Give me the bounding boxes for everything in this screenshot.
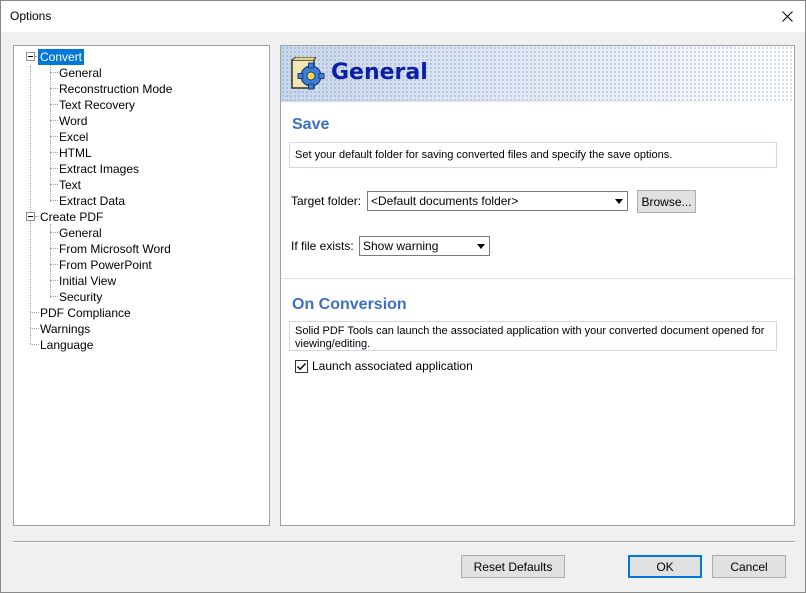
tree-item-extract-data[interactable]: Extract Data [57,193,127,209]
tree-item-text-recovery[interactable]: Text Recovery [57,97,137,113]
chevron-down-icon[interactable] [473,238,488,254]
tree-item-text[interactable]: Text [57,177,83,193]
tree-item-create-pdf[interactable]: Create PDF [38,209,105,225]
settings-gear-icon [291,57,325,90]
tree-item-excel[interactable]: Excel [57,129,90,145]
if-file-exists-dropdown[interactable]: Show warning [359,236,490,256]
tree-line [50,224,51,298]
tree-line [30,66,31,344]
target-folder-dropdown[interactable]: <Default documents folder> [367,191,628,211]
reset-defaults-button[interactable]: Reset Defaults [461,555,565,578]
tree-item-convert-general[interactable]: General [57,65,104,81]
tree-item-initial-view[interactable]: Initial View [57,273,118,289]
reset-defaults-label: Reset Defaults [473,559,553,574]
tree-item-security[interactable]: Security [57,289,104,305]
close-icon [781,10,793,22]
options-dialog: Options Convert General Reconstruction M… [0,0,806,593]
target-folder-label: Target folder: [291,194,362,208]
tree-line [50,64,51,202]
options-tree[interactable]: Convert General Reconstruction Mode Text… [13,45,270,526]
tree-item-create-general[interactable]: General [57,225,104,241]
tree-item-pdf-compliance[interactable]: PDF Compliance [38,305,133,321]
tree-item-reconstruction-mode[interactable]: Reconstruction Mode [57,81,174,97]
tree-item-html[interactable]: HTML [57,145,94,161]
chevron-down-icon[interactable] [611,193,626,209]
footer-divider [13,541,795,543]
cancel-button[interactable]: Cancel [712,555,786,578]
tree-item-word[interactable]: Word [57,113,89,129]
conversion-section-title: On Conversion [292,296,407,313]
collapse-create-pdf-toggle[interactable] [26,212,35,221]
save-section-title: Save [292,116,330,133]
close-button[interactable] [773,3,801,29]
conversion-description: Solid PDF Tools can launch the associate… [289,321,777,351]
tree-item-extract-images[interactable]: Extract Images [57,161,141,177]
ok-label: OK [656,559,674,574]
cancel-label: Cancel [730,559,768,574]
browse-button[interactable]: Browse... [637,190,696,213]
save-description: Set your default folder for saving conve… [289,142,777,168]
tree-item-from-powerpoint[interactable]: From PowerPoint [57,257,154,273]
panel-banner: General [281,46,794,102]
panel-heading: General [331,60,428,85]
tree-item-warnings[interactable]: Warnings [38,321,92,337]
target-folder-value: <Default documents folder> [371,194,519,208]
if-file-exists-label: If file exists: [291,239,354,253]
tree-item-from-microsoft-word[interactable]: From Microsoft Word [57,241,173,257]
tree-item-convert[interactable]: Convert [38,49,85,65]
settings-panel: General Save Set your default folder for… [280,45,795,526]
launch-app-checkbox[interactable] [295,360,308,373]
section-divider [281,278,794,279]
launch-app-label[interactable]: Launch associated application [312,359,473,373]
window-title: Options [10,9,52,23]
ok-button[interactable]: OK [628,555,702,578]
browse-label: Browse... [641,194,692,209]
checkmark-icon [297,363,307,371]
title-bar: Options [1,1,805,32]
if-file-exists-value: Show warning [363,239,439,253]
collapse-convert-toggle[interactable] [26,52,35,61]
tree-item-language[interactable]: Language [38,337,95,353]
